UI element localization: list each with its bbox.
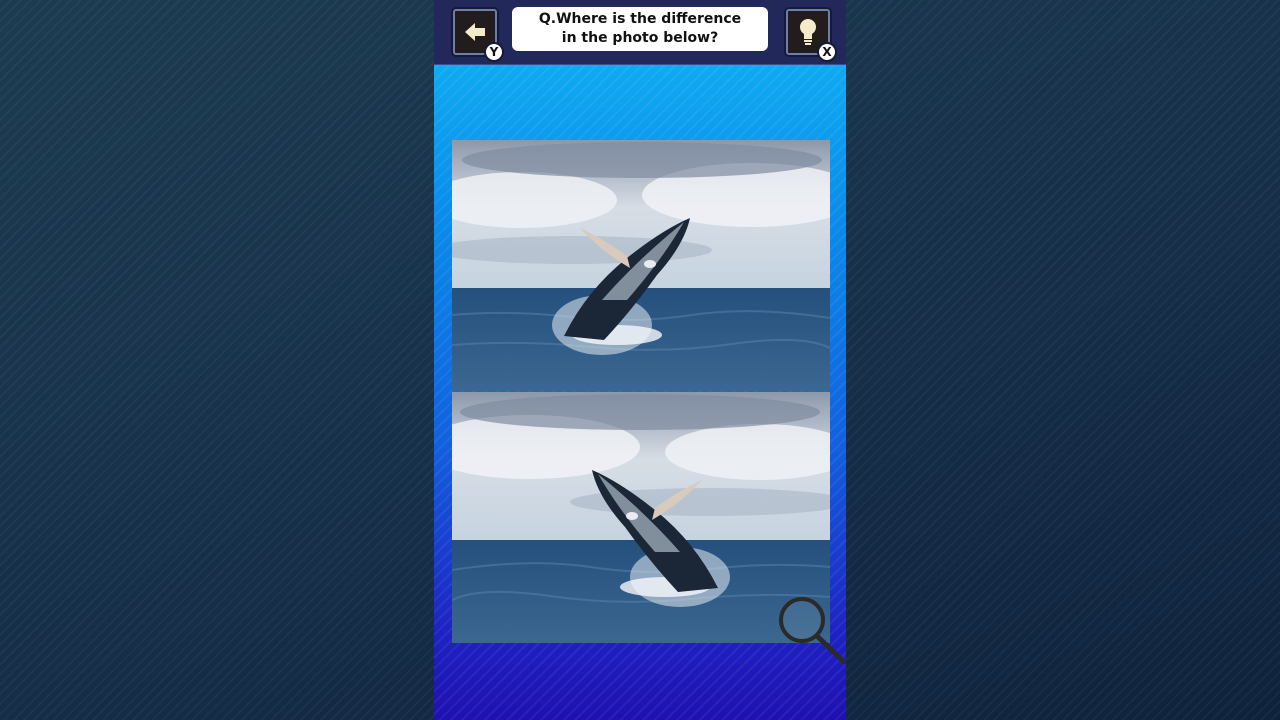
question-box: Q.Where is the difference in the photo b… <box>512 7 768 51</box>
y-key-badge: Y <box>484 42 504 62</box>
back-button[interactable]: Y <box>453 9 504 62</box>
whale-photo-top <box>452 140 830 391</box>
game-panel: Y Q.Where is the difference in the photo… <box>434 0 846 720</box>
top-bar: Y Q.Where is the difference in the photo… <box>434 0 846 65</box>
photo-mirrored[interactable] <box>452 392 830 643</box>
x-key-badge: X <box>817 42 837 62</box>
photo-original[interactable] <box>452 140 830 391</box>
hint-button[interactable]: X <box>786 9 837 62</box>
whale-photo-bottom <box>452 392 830 643</box>
question-text: Q.Where is the difference in the photo b… <box>538 11 742 46</box>
magnifier-icon[interactable] <box>778 594 846 664</box>
